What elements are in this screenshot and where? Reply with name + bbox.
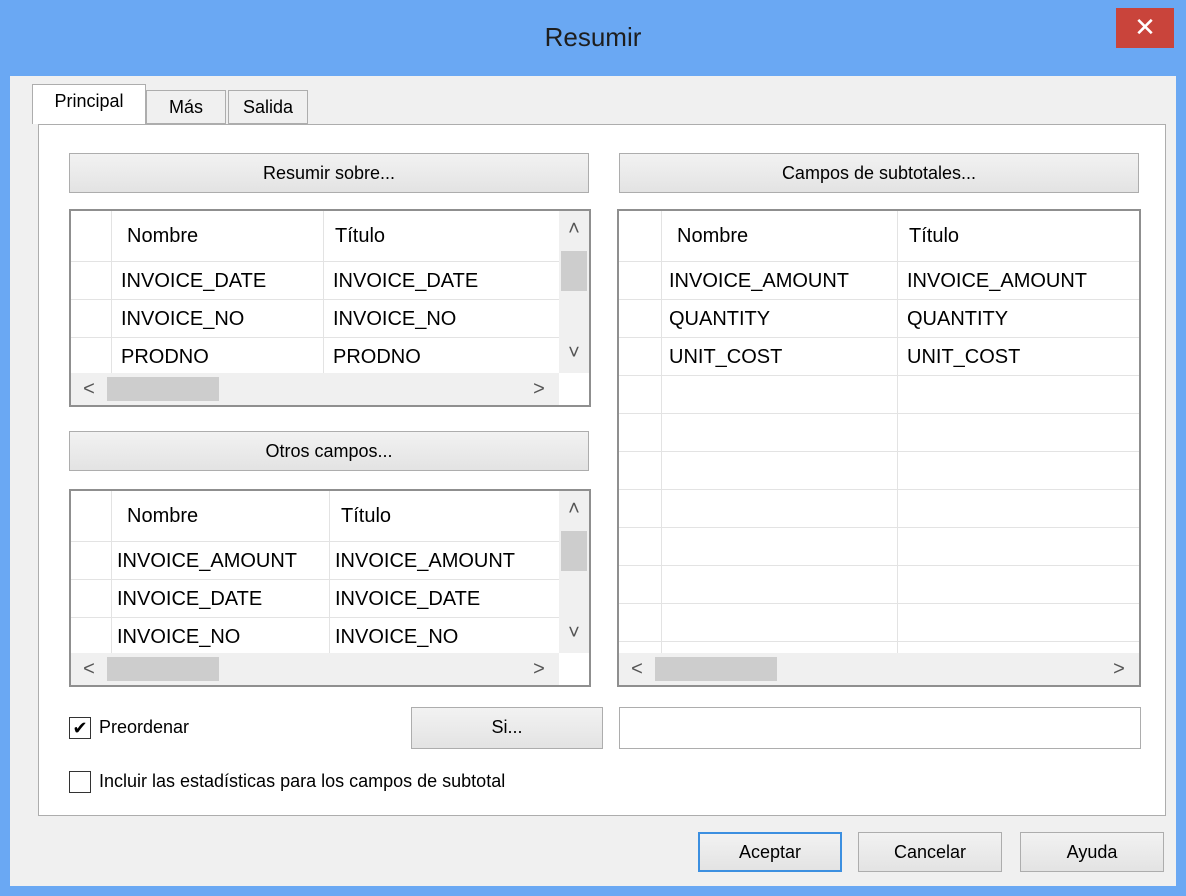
grid-cell[interactable]: INVOICE_AMOUNT [669, 262, 849, 300]
summarize-on-grid[interactable]: Nombre Título INVOICE_DATE INVOICE_DATE … [69, 209, 591, 407]
include-stats-checkbox[interactable] [69, 771, 91, 793]
vertical-scrollbar[interactable]: ˄ ˅ [559, 491, 589, 653]
subtotal-fields-button-label: Campos de subtotales... [781, 163, 977, 183]
close-icon: ✕ [1134, 12, 1156, 42]
grid-cell[interactable]: PRODNO [121, 338, 209, 372]
grid-cell[interactable]: INVOICE_NO [121, 300, 244, 338]
tab-panel-principal: Resumir sobre... Nombre Título INVOICE_D… [38, 124, 1166, 816]
title-bar[interactable]: Resumir ✕ [0, 0, 1186, 80]
summarize-on-button-label: Resumir sobre... [262, 163, 396, 183]
other-fields-grid[interactable]: Nombre Título INVOICE_AMOUNT INVOICE_AMO… [69, 489, 591, 687]
help-button[interactable]: Ayuda [1020, 832, 1164, 872]
other-fields-button[interactable]: Otros campos... [69, 431, 589, 471]
dialog-client-area: Principal Más Salida Resumir sobre... No… [10, 76, 1176, 886]
grid-cell[interactable]: UNIT_COST [669, 338, 782, 376]
scroll-left-icon[interactable]: < [625, 657, 649, 681]
scroll-right-icon[interactable]: > [527, 657, 551, 681]
tab-principal-label: Principal [54, 91, 124, 111]
grid-cell[interactable]: INVOICE_NO [335, 618, 458, 652]
grid-cell[interactable]: INVOICE_DATE [333, 262, 478, 300]
scroll-thumb[interactable] [561, 251, 587, 291]
subtotal-fields-button[interactable]: Campos de subtotales... [619, 153, 1139, 193]
cancel-button[interactable]: Cancelar [858, 832, 1002, 872]
grid-cell[interactable]: INVOICE_AMOUNT [335, 542, 515, 580]
scroll-right-icon[interactable]: > [1107, 657, 1131, 681]
if-expression-field[interactable] [619, 707, 1141, 749]
grid-cell[interactable]: QUANTITY [907, 300, 1008, 338]
grid-cell[interactable]: INVOICE_DATE [335, 580, 480, 618]
grid-cell[interactable]: INVOICE_NO [333, 300, 456, 338]
tab-salida-label: Salida [242, 97, 294, 117]
presort-label: Preordenar [99, 717, 190, 737]
dialog-window: Resumir ✕ Principal Más Salida Resumir s… [0, 0, 1186, 896]
scroll-up-icon[interactable]: ˄ [562, 217, 586, 241]
column-header-titulo[interactable]: Título [341, 499, 391, 537]
scroll-thumb[interactable] [107, 377, 219, 401]
tab-mas-label: Más [168, 97, 203, 117]
column-header-titulo[interactable]: Título [335, 219, 385, 257]
horizontal-scrollbar[interactable]: < > [71, 653, 559, 685]
column-header-nombre[interactable]: Nombre [677, 219, 748, 257]
scroll-right-icon[interactable]: > [527, 377, 551, 401]
if-button[interactable]: Si... [411, 707, 603, 749]
horizontal-scrollbar[interactable]: < > [71, 373, 559, 405]
include-stats-label: Incluir las estadísticas para los campos… [99, 771, 506, 791]
scroll-thumb[interactable] [561, 531, 587, 571]
checkmark-icon: ✔ [72, 718, 88, 738]
close-button[interactable]: ✕ [1116, 8, 1174, 48]
vertical-scrollbar[interactable]: ˄ ˅ [559, 211, 589, 373]
tab-mas[interactable]: Más [146, 90, 226, 124]
scroll-thumb[interactable] [655, 657, 777, 681]
grid-cell[interactable]: INVOICE_DATE [117, 580, 262, 618]
grid-cell[interactable]: INVOICE_DATE [121, 262, 266, 300]
cancel-button-label: Cancelar [893, 842, 967, 862]
grid-cell[interactable]: PRODNO [333, 338, 421, 372]
subtotal-fields-grid[interactable]: Nombre Título INVOICE_AMOUNT INVOICE_AMO… [617, 209, 1141, 687]
ok-button[interactable]: Aceptar [698, 832, 842, 872]
grid-cell[interactable]: UNIT_COST [907, 338, 1020, 376]
column-header-nombre[interactable]: Nombre [127, 499, 198, 537]
grid-cell[interactable]: INVOICE_NO [117, 618, 240, 652]
scroll-left-icon[interactable]: < [77, 657, 101, 681]
grid-cell[interactable]: INVOICE_AMOUNT [117, 542, 297, 580]
tab-principal[interactable]: Principal [32, 84, 146, 124]
scroll-left-icon[interactable]: < [77, 377, 101, 401]
summarize-on-button[interactable]: Resumir sobre... [69, 153, 589, 193]
scroll-thumb[interactable] [107, 657, 219, 681]
other-fields-button-label: Otros campos... [265, 441, 393, 461]
help-button-label: Ayuda [1066, 842, 1118, 862]
window-title: Resumir [544, 22, 642, 52]
grid-cell[interactable]: INVOICE_AMOUNT [907, 262, 1087, 300]
column-header-nombre[interactable]: Nombre [127, 219, 198, 257]
scroll-up-icon[interactable]: ˄ [562, 497, 586, 521]
ok-button-label: Aceptar [738, 842, 802, 862]
scroll-down-icon[interactable]: ˅ [562, 341, 586, 365]
tab-salida[interactable]: Salida [228, 90, 308, 124]
horizontal-scrollbar[interactable]: < > [619, 653, 1139, 685]
column-header-titulo[interactable]: Título [909, 219, 959, 257]
presort-checkbox[interactable]: ✔ [69, 717, 91, 739]
scroll-down-icon[interactable]: ˅ [562, 621, 586, 645]
grid-cell[interactable]: QUANTITY [669, 300, 770, 338]
if-button-label: Si... [491, 717, 523, 737]
